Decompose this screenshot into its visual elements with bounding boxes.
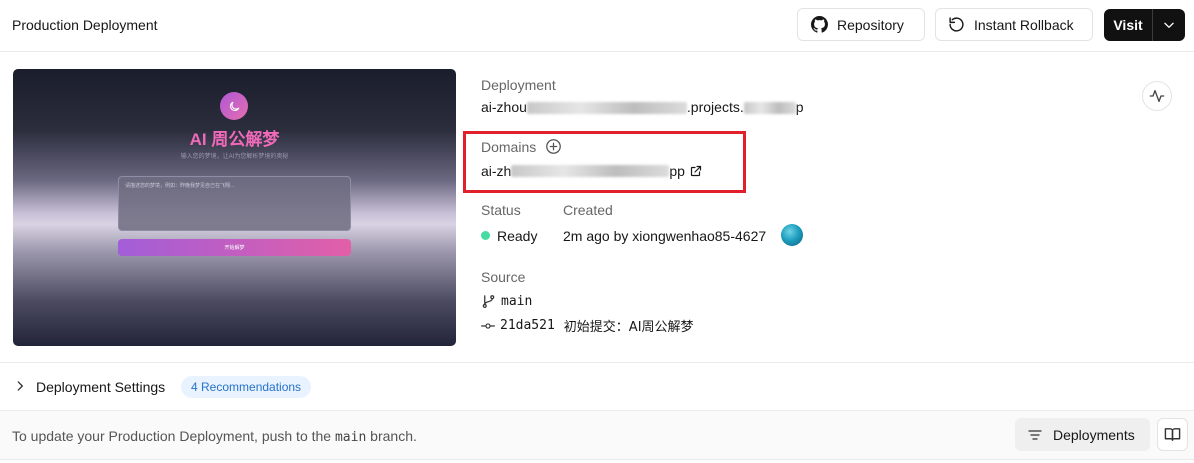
visit-button[interactable]: Visit (1104, 9, 1152, 41)
preview-dream-input: 请描述您的梦境，例如：昨晚我梦见自己在飞翔... (118, 176, 351, 231)
add-domain-button[interactable] (545, 138, 562, 155)
deployments-label: Deployments (1053, 426, 1135, 443)
recommendations-badge[interactable]: 4 Recommendations (181, 376, 312, 398)
preview-submit-button: 开始解梦 (118, 239, 351, 256)
deployment-url-suffix: p (795, 99, 804, 115)
chevron-right-icon[interactable] (13, 379, 27, 393)
docs-button[interactable] (1157, 418, 1188, 451)
git-commit-icon (481, 322, 495, 329)
repository-label: Repository (837, 16, 904, 33)
branch-name: main (501, 294, 533, 309)
footer-text-before: To update your Production Deployment, pu… (12, 428, 335, 444)
external-link-icon (690, 165, 702, 177)
created-label: Created (563, 202, 613, 218)
preview-subtitle: 输入您的梦境，让AI为您解析梦境的奥秘 (180, 154, 289, 160)
created-value: 2m ago by xiongwenhao85-4627 (563, 228, 767, 244)
chevron-down-icon (1164, 22, 1174, 28)
visit-button-group: Visit (1104, 9, 1185, 41)
commit-message: 初始提交：AI周公解梦 (563, 320, 694, 335)
commit-hash: 21da521 (500, 318, 555, 333)
deployment-preview[interactable]: AI 周公解梦 输入您的梦境，让AI为您解析梦境的奥秘 请描述您的梦境，例如：昨… (13, 69, 456, 346)
preview-input-placeholder: 请描述您的梦境，例如：昨晚我梦见自己在飞翔... (125, 183, 235, 189)
avatar[interactable] (781, 224, 803, 246)
status-label: Status (481, 202, 521, 218)
repository-button[interactable]: Repository (797, 8, 925, 41)
domain-url-prefix: ai-zh (481, 163, 512, 179)
rollback-icon (947, 16, 965, 34)
footer-message: To update your Production Deployment, pu… (12, 428, 417, 445)
page-header: Production Deployment Repository Instant… (0, 0, 1194, 52)
github-icon (810, 16, 828, 34)
deployment-url-prefix: ai-zhou (481, 99, 527, 115)
status-dot (481, 231, 490, 240)
source-commit[interactable]: 21da521 初始提交：AI周公解梦 (480, 316, 694, 335)
visit-dropdown-button[interactable] (1153, 9, 1185, 41)
preview-app-title: AI 周公解梦 (189, 130, 280, 149)
redacted-text (743, 102, 796, 115)
source-label: Source (481, 269, 526, 285)
activity-button[interactable] (1142, 81, 1172, 111)
deployment-settings-row[interactable]: Deployment Settings 4 Recommendations (0, 363, 1194, 410)
domain-url-suffix: pp (669, 163, 685, 179)
git-branch-icon (482, 295, 495, 308)
status-value: Ready (497, 228, 538, 244)
moon-icon (220, 92, 248, 120)
page-title: Production Deployment (12, 17, 158, 33)
filter-icon (1027, 427, 1043, 443)
source-branch[interactable]: main (481, 294, 532, 309)
activity-icon (1149, 90, 1165, 102)
redacted-text (526, 102, 687, 115)
rollback-label: Instant Rollback (974, 16, 1074, 33)
deployment-url-middle: .projects. (686, 99, 744, 115)
deployment-url[interactable]: ai-zhou .projects. p (481, 99, 804, 115)
domain-link[interactable]: ai-zh pp (481, 163, 702, 179)
footer-branch: main (334, 430, 367, 445)
footer-bar: To update your Production Deployment, pu… (0, 410, 1194, 460)
deployment-settings-title[interactable]: Deployment Settings (36, 379, 165, 395)
deployments-button[interactable]: Deployments (1015, 418, 1150, 451)
redacted-text (511, 165, 670, 177)
deployment-label: Deployment (481, 77, 556, 93)
instant-rollback-button[interactable]: Instant Rollback (935, 8, 1093, 41)
footer-text-after: branch. (366, 428, 417, 444)
plus-circle-icon (546, 139, 561, 154)
book-icon (1164, 428, 1181, 441)
domains-label: Domains (481, 139, 537, 155)
